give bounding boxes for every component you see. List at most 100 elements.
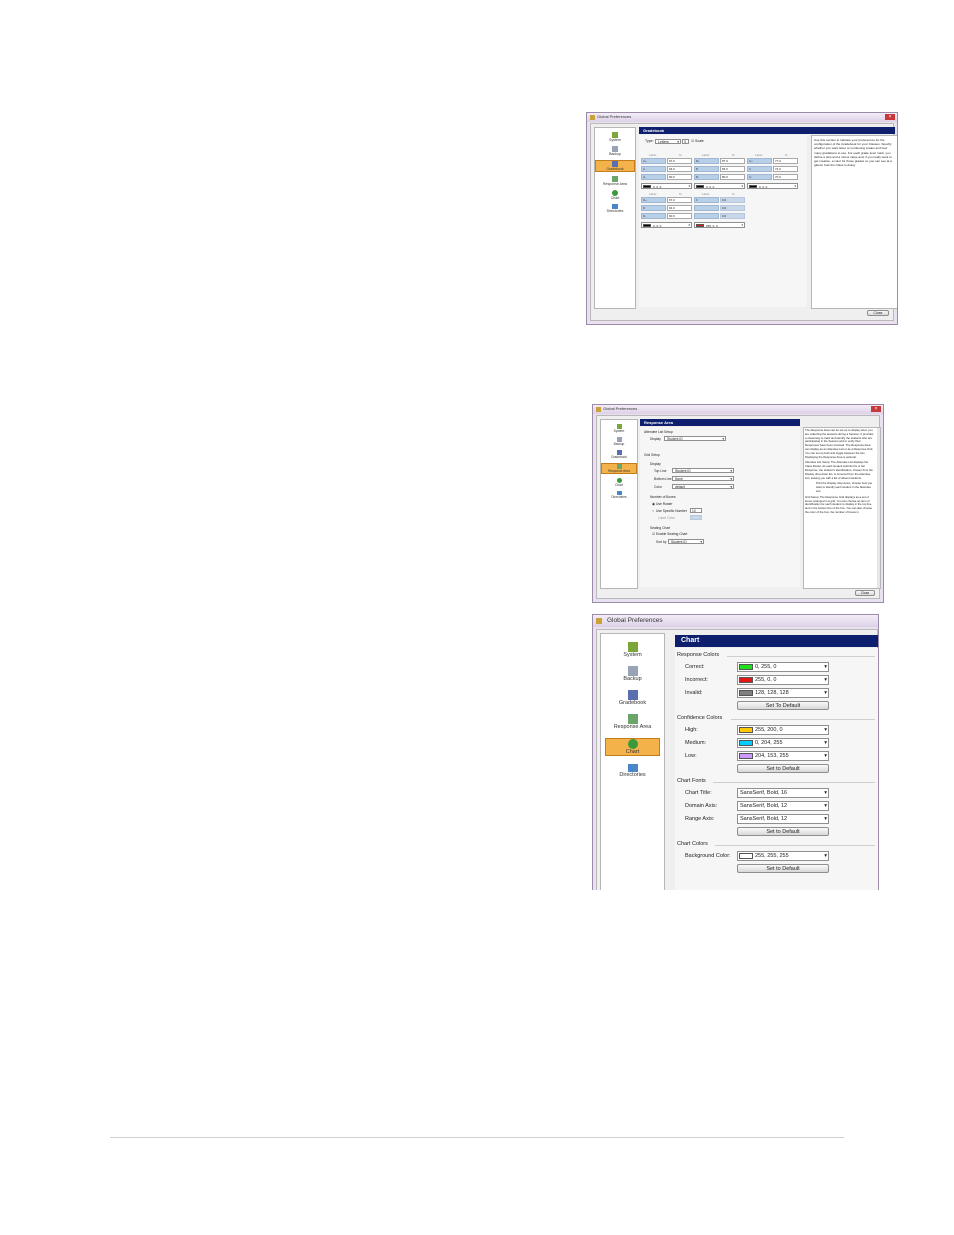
grade-percent-cell[interactable]: 84.0 bbox=[720, 166, 745, 172]
grade-color-dropdown[interactable]: 0, 0, 0 ▾ bbox=[641, 222, 692, 228]
use-specific-radio[interactable]: ○ bbox=[652, 509, 654, 513]
grade-percent-cell[interactable]: 74.0 bbox=[773, 166, 798, 172]
medium-color-dropdown[interactable]: 0, 204, 255 ▾ bbox=[737, 738, 829, 748]
window-body: System Backup Gradebook Response Area Ch… bbox=[590, 123, 897, 321]
grade-label-cell[interactable]: B- bbox=[694, 174, 719, 180]
nav-item-system[interactable]: System bbox=[601, 642, 664, 658]
grade-percent-cell[interactable]: 97.0 bbox=[667, 158, 692, 164]
invalid-color-dropdown[interactable]: 128, 128, 128 ▾ bbox=[737, 688, 829, 698]
column-header-percent: % bbox=[732, 192, 735, 196]
nav-label: Response Area bbox=[608, 469, 630, 473]
grade-percent-cell[interactable]: 0.0 bbox=[720, 197, 745, 203]
grade-label-cell[interactable]: D+ bbox=[641, 197, 666, 203]
grade-label-cell[interactable] bbox=[694, 213, 719, 219]
close-window-button[interactable]: × bbox=[885, 114, 895, 120]
nav-item-gradebook[interactable]: Gradebook bbox=[601, 450, 637, 459]
domain-axis-font-dropdown[interactable]: SansSerif, Bold, 12 ▾ bbox=[737, 801, 829, 811]
scale-checkbox[interactable]: ☑ bbox=[691, 139, 694, 143]
correct-color-dropdown[interactable]: 0, 255, 0 ▾ bbox=[737, 662, 829, 672]
high-color-dropdown[interactable]: 255, 200, 0 ▾ bbox=[737, 725, 829, 735]
nav-item-system[interactable]: System bbox=[601, 424, 637, 433]
grade-label-cell[interactable]: B bbox=[694, 166, 719, 172]
nav-item-directories[interactable]: Directories bbox=[601, 764, 664, 778]
nav-item-system[interactable]: System bbox=[595, 132, 635, 142]
grade-label-cell[interactable]: F bbox=[694, 197, 719, 203]
grade-label-cell[interactable]: A- bbox=[641, 174, 666, 180]
sort-by-dropdown[interactable]: Student ID ▾ bbox=[668, 539, 704, 544]
top-line-label: Top Line bbox=[654, 469, 667, 473]
grade-percent-cell[interactable]: 60.0 bbox=[667, 213, 692, 219]
close-button[interactable]: Close bbox=[867, 310, 889, 316]
grade-label-cell[interactable]: A bbox=[641, 166, 666, 172]
grade-color-dropdown[interactable]: 0, 0, 0 ▾ bbox=[747, 183, 798, 189]
bottom-line-dropdown[interactable]: None ▾ bbox=[672, 476, 734, 481]
type-dropdown[interactable]: Letters ▾ bbox=[655, 139, 681, 144]
nav-item-chart[interactable]: Chart bbox=[601, 478, 637, 487]
grade-percent-cell[interactable]: 94.0 bbox=[667, 166, 692, 172]
label-color-swatch[interactable] bbox=[690, 515, 702, 520]
grade-label-cell[interactable]: D- bbox=[641, 213, 666, 219]
close-button[interactable]: Close bbox=[855, 590, 875, 596]
window-body: System Backup Gradebook Response Area Ch… bbox=[596, 415, 881, 599]
nav-item-chart[interactable]: Chart bbox=[605, 738, 660, 756]
low-color-dropdown[interactable]: 204, 153, 255 ▾ bbox=[737, 751, 829, 761]
panel-header: Chart bbox=[675, 635, 878, 647]
response-set-default-button[interactable]: Set To Default bbox=[737, 701, 829, 710]
specific-number-stepper[interactable]: 10 bbox=[690, 508, 702, 513]
nav-item-backup[interactable]: Backup bbox=[601, 437, 637, 446]
grade-percent-cell[interactable]: 67.0 bbox=[667, 197, 692, 203]
grade-label-cell[interactable]: B+ bbox=[694, 158, 719, 164]
grade-percent-cell[interactable]: 0.0 bbox=[720, 205, 745, 211]
grade-label-cell[interactable]: D bbox=[641, 205, 666, 211]
display-dropdown[interactable]: Student ID ▾ bbox=[664, 436, 726, 441]
chevron-down-icon: ▾ bbox=[824, 753, 827, 759]
grade-percent-cell[interactable]: 87.0 bbox=[720, 158, 745, 164]
window-title: Global Preferences bbox=[597, 114, 632, 119]
grade-color-dropdown[interactable]: 255, 0, 0 ▾ bbox=[694, 222, 745, 228]
help-scrollbar[interactable] bbox=[877, 428, 880, 588]
nav-item-gradebook[interactable]: Gradebook bbox=[601, 690, 664, 706]
nav-item-response-area[interactable]: Response Area bbox=[595, 176, 635, 186]
nav-item-response-area[interactable]: Response Area bbox=[601, 463, 637, 474]
range-axis-font-dropdown[interactable]: SansSerif, Bold, 12 ▾ bbox=[737, 814, 829, 824]
nav-item-response-area[interactable]: Response Area bbox=[601, 714, 664, 730]
high-color-swatch bbox=[739, 727, 753, 733]
enable-seating-checkbox[interactable]: ☑ bbox=[652, 532, 655, 536]
nav-item-directories[interactable]: Directories bbox=[601, 491, 637, 499]
chevron-down-icon: ▾ bbox=[824, 803, 827, 809]
grade-percent-cell[interactable]: 80.0 bbox=[720, 174, 745, 180]
grade-percent-cell[interactable]: 77.0 bbox=[773, 158, 798, 164]
nav-item-backup[interactable]: Backup bbox=[601, 666, 664, 682]
grade-label-cell[interactable]: C+ bbox=[747, 158, 772, 164]
category-sidebar: System Backup Gradebook Response Area Ch… bbox=[594, 127, 636, 309]
close-window-button[interactable]: × bbox=[871, 406, 881, 412]
grade-percent-cell[interactable]: 90.0 bbox=[667, 174, 692, 180]
chart-title-font-dropdown[interactable]: SansSerif, Bold, 16 ▾ bbox=[737, 788, 829, 798]
nav-item-directories[interactable]: Directories bbox=[595, 204, 635, 213]
nav-item-backup[interactable]: Backup bbox=[595, 146, 635, 156]
grade-percent-cell[interactable]: 0.0 bbox=[720, 213, 745, 219]
color-dropdown[interactable]: default ▾ bbox=[672, 484, 734, 489]
grade-percent-cell[interactable]: 64.0 bbox=[667, 205, 692, 211]
nav-item-gradebook[interactable]: Gradebook bbox=[595, 160, 635, 172]
grade-label-cell[interactable]: C- bbox=[747, 174, 772, 180]
gradations-stepper[interactable]: 3 bbox=[682, 139, 689, 144]
grade-color-dropdown[interactable]: 0, 0, 0 ▾ bbox=[694, 183, 745, 189]
chevron-down-icon: ▾ bbox=[824, 790, 827, 796]
grade-label-cell[interactable] bbox=[694, 205, 719, 211]
grade-color-dropdown[interactable]: 0, 0, 0 ▾ bbox=[641, 183, 692, 189]
grade-label-cell[interactable]: A+ bbox=[641, 158, 666, 164]
use-roster-radio[interactable]: ◉ bbox=[652, 502, 655, 506]
background-color-dropdown[interactable]: 255, 255, 255 ▾ bbox=[737, 851, 829, 861]
incorrect-color-dropdown[interactable]: 255, 0, 0 ▾ bbox=[737, 675, 829, 685]
grade-percent-cell[interactable]: 70.0 bbox=[773, 174, 798, 180]
top-line-dropdown[interactable]: Student ID ▾ bbox=[672, 468, 734, 473]
colors-set-default-button[interactable]: Set to Default bbox=[737, 864, 829, 873]
chevron-down-icon: ▾ bbox=[824, 816, 827, 822]
chart-title-value: SansSerif, Bold, 16 bbox=[740, 790, 788, 796]
folder-icon bbox=[627, 764, 638, 772]
fonts-set-default-button[interactable]: Set to Default bbox=[737, 827, 829, 836]
confidence-set-default-button[interactable]: Set to Default bbox=[737, 764, 829, 773]
nav-item-chart[interactable]: Chart bbox=[595, 190, 635, 200]
grade-label-cell[interactable]: C bbox=[747, 166, 772, 172]
